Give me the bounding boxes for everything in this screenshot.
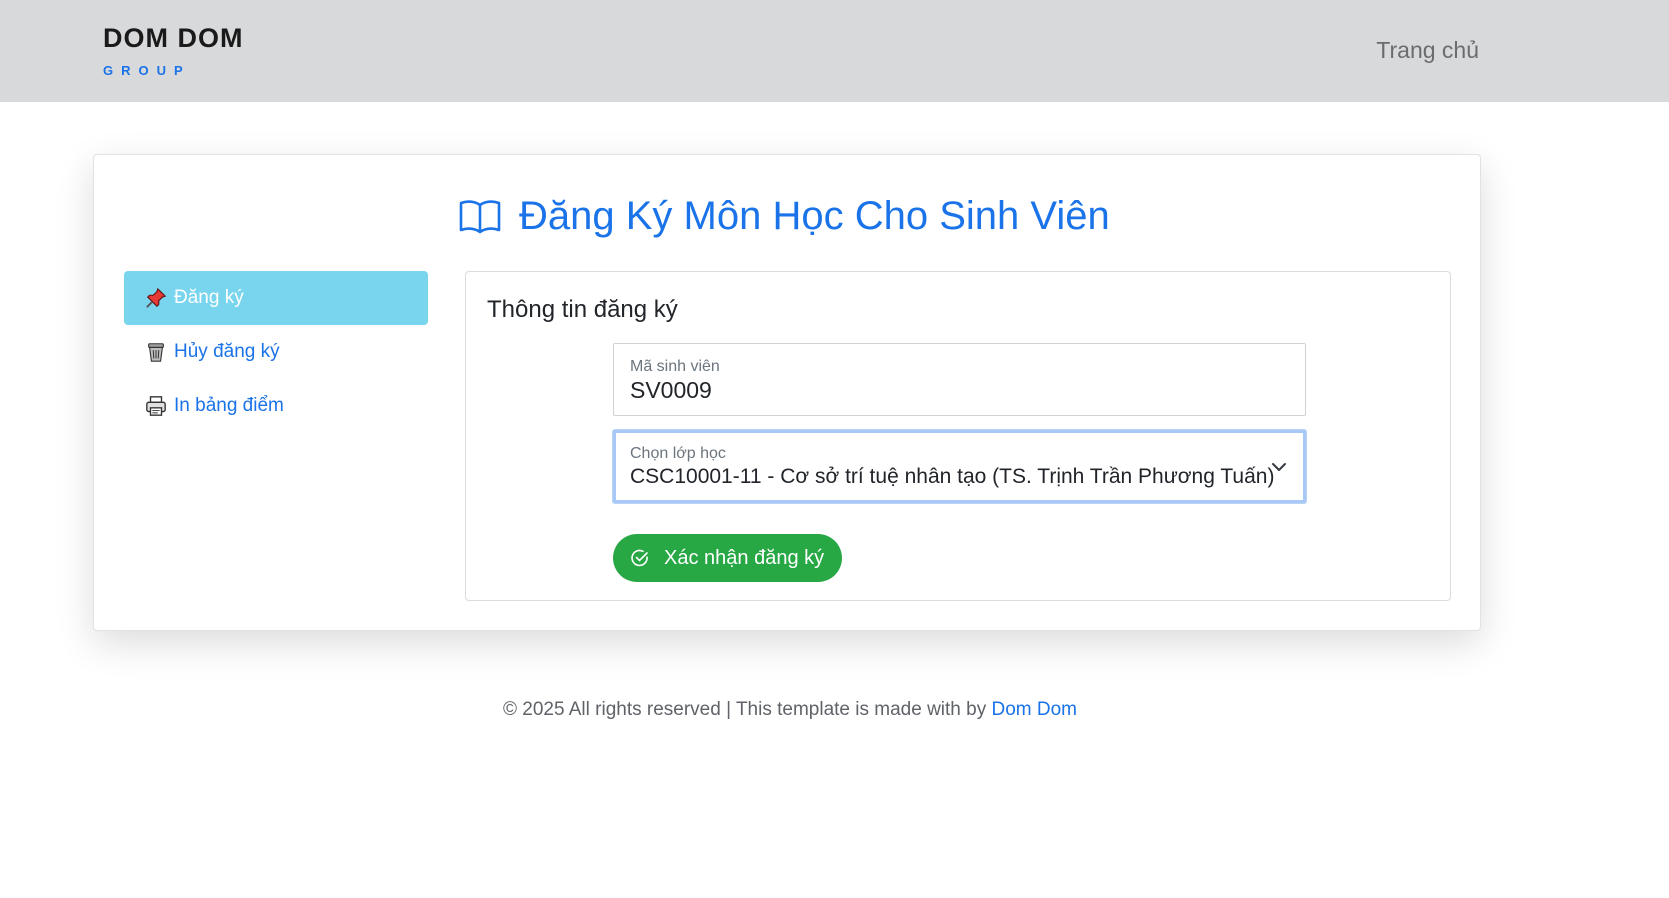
student-id-field[interactable]: Mã sinh viên [613,343,1306,416]
class-select-label: Chọn lớp học [630,445,726,462]
page-title-block: Đăng Ký Môn Học Cho Sinh Viên [459,191,1110,241]
class-select[interactable]: Chọn lớp học CSC10001-11 - Cơ sở trí tuệ… [613,430,1306,503]
sidebar-menu: Đăng ký Hủy đăng ký In bảng điểm [124,271,428,433]
brand-subtitle: GROUP [103,63,191,78]
sidebar-item-print-transcript[interactable]: In bảng điểm [124,379,428,433]
pushpin-icon [144,286,168,310]
chevron-down-icon [1272,463,1286,471]
nav-link-home[interactable]: Trang chủ [1376,36,1479,64]
footer-text: © 2025 All rights reserved | This templa… [502,699,992,720]
footer: © 2025 All rights reserved | This templa… [0,698,1580,722]
sidebar-item-label: Hủy đăng ký [174,341,280,362]
student-id-label: Mã sinh viên [630,358,720,375]
registration-form-panel: Thông tin đăng ký Mã sinh viên Chọn lớp … [465,271,1451,601]
sidebar-item-cancel-registration[interactable]: Hủy đăng ký [124,325,428,379]
sidebar-item-label: In bảng điểm [174,395,284,416]
page-title: Đăng Ký Môn Học Cho Sinh Viên [519,194,1110,238]
book-open-icon [459,200,501,234]
printer-icon [144,394,168,418]
brand-logo[interactable]: DOM DOM GROUP [103,22,243,78]
footer-link[interactable]: Dom Dom [992,699,1078,720]
top-navbar: DOM DOM GROUP Trang chủ [0,0,1669,102]
confirm-registration-button[interactable]: Xác nhận đăng ký [613,534,842,582]
check-circle-icon [631,549,648,567]
student-id-input[interactable] [630,376,1230,404]
registration-card: Đăng Ký Môn Học Cho Sinh Viên Đăng ký Hủ… [93,154,1481,631]
sidebar-item-register[interactable]: Đăng ký [124,271,428,325]
confirm-button-label: Xác nhận đăng ký [664,546,825,569]
class-select-value[interactable]: CSC10001-11 - Cơ sở trí tuệ nhân tạo (TS… [630,463,1274,491]
trash-icon [144,340,168,364]
brand-name: DOM DOM [103,23,244,53]
form-section-title: Thông tin đăng ký [487,296,678,323]
sidebar-item-label: Đăng ký [174,287,244,308]
